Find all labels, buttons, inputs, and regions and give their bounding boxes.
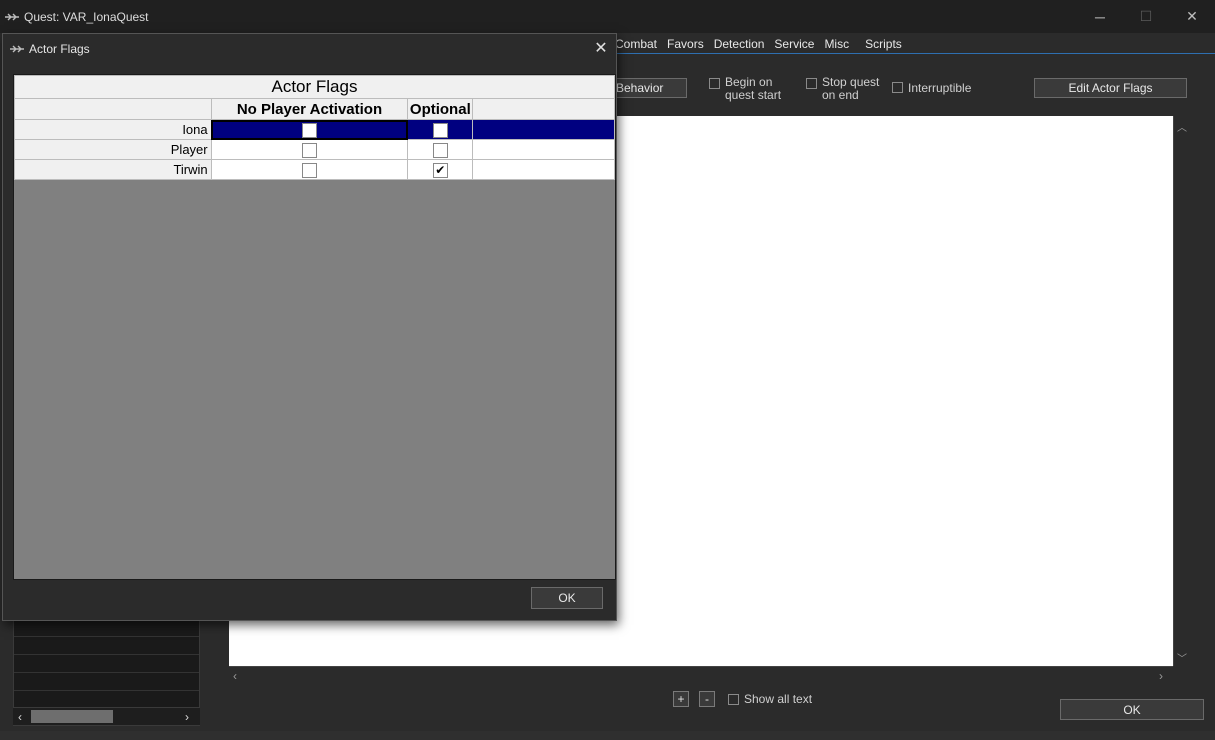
no-player-activation-checkbox[interactable] — [301, 162, 317, 178]
column-header-empty — [472, 98, 615, 120]
tab-detection[interactable]: Detection — [709, 35, 770, 53]
corner-header — [14, 98, 212, 120]
empty-cell — [472, 139, 615, 160]
optional-checkbox[interactable] — [432, 122, 448, 138]
scroll-up-icon[interactable]: ︿ — [1177, 119, 1187, 134]
no-player-activation-cell[interactable] — [210, 159, 409, 180]
checkbox-label: Begin on quest start — [725, 75, 782, 102]
tab-misc[interactable]: Misc — [819, 35, 854, 53]
list-item[interactable] — [14, 619, 199, 637]
horizontal-scrollbar[interactable]: ‹ › — [229, 666, 1173, 683]
ok-button[interactable]: OK — [1060, 699, 1204, 720]
tab-favors[interactable]: Favors — [662, 35, 709, 53]
checkbox-label: Stop quest on end — [822, 75, 880, 102]
column-header-no-player-activation[interactable]: No Player Activation — [210, 98, 409, 120]
no-player-activation-checkbox[interactable] — [301, 142, 317, 158]
remove-button[interactable]: - — [699, 691, 715, 707]
app-icon — [9, 43, 25, 55]
status-strip — [0, 731, 1215, 740]
actor-flags-grid[interactable]: Actor Flags No Player Activation Optiona… — [13, 74, 616, 580]
row-header[interactable]: Tirwin — [14, 159, 212, 180]
scroll-thumb[interactable] — [31, 710, 113, 723]
checkbox-box[interactable] — [709, 78, 720, 89]
row-header[interactable]: Player — [14, 139, 212, 160]
checkbox-label: Interruptible — [908, 81, 972, 95]
dialog-titlebar: Actor Flags — [3, 34, 616, 64]
scroll-down-icon[interactable]: ﹀ — [1177, 650, 1187, 665]
close-icon[interactable]: ✕ — [592, 39, 610, 57]
list-item[interactable] — [14, 673, 199, 691]
grid-title: Actor Flags — [14, 75, 615, 99]
interruptible-checkbox[interactable]: Interruptible — [892, 82, 971, 95]
tab-bar: Combat Favors Detection Service Misc Scr… — [610, 35, 907, 53]
flags-table: Actor Flags No Player Activation Optiona… — [14, 75, 615, 180]
optional-cell[interactable] — [407, 119, 474, 140]
window-title: Quest: VAR_IonaQuest — [24, 9, 149, 24]
close-icon[interactable]: ✕ — [1169, 0, 1215, 33]
tab-service[interactable]: Service — [769, 35, 819, 53]
vertical-scrollbar[interactable]: ︿ ﹀ — [1173, 116, 1189, 666]
show-all-text-checkbox[interactable]: Show all text — [728, 693, 812, 706]
table-row[interactable]: Tirwin ✔ — [14, 159, 615, 180]
add-button[interactable]: + — [673, 691, 689, 707]
tab-scripts[interactable]: Scripts — [860, 35, 907, 53]
no-player-activation-cell[interactable] — [210, 119, 409, 140]
empty-cell — [472, 119, 615, 140]
optional-checkbox[interactable]: ✔ — [432, 162, 448, 178]
tab-combat[interactable]: Combat — [610, 35, 662, 53]
actor-flags-dialog: Actor Flags ✕ Actor Flags No Player Acti… — [2, 33, 617, 621]
checkbox-box[interactable] — [892, 82, 903, 93]
list-item[interactable] — [14, 637, 199, 655]
table-row[interactable]: Iona — [14, 119, 615, 140]
minimize-icon[interactable]: ─ — [1077, 0, 1123, 33]
row-header[interactable]: Iona — [14, 119, 212, 140]
stop-quest-on-end-checkbox[interactable]: Stop quest on end — [806, 76, 886, 102]
scroll-right-icon[interactable]: › — [185, 710, 189, 724]
empty-cell — [472, 159, 615, 180]
scroll-left-icon[interactable]: ‹ — [18, 710, 22, 724]
scroll-right-icon[interactable]: › — [1159, 669, 1163, 683]
checkbox-box[interactable] — [728, 694, 739, 705]
table-row[interactable]: Player — [14, 139, 615, 160]
begin-on-quest-start-checkbox[interactable]: Begin on quest start — [709, 76, 794, 102]
maximize-icon[interactable]: ☐ — [1123, 0, 1169, 33]
optional-cell[interactable] — [407, 139, 474, 160]
optional-cell[interactable]: ✔ — [407, 159, 474, 180]
no-player-activation-cell[interactable] — [210, 139, 409, 160]
checkbox-label: Show all text — [744, 692, 813, 706]
column-header-optional[interactable]: Optional — [407, 98, 474, 120]
list-item[interactable] — [14, 655, 199, 673]
scroll-left-icon[interactable]: ‹ — [233, 669, 237, 683]
no-player-activation-checkbox[interactable] — [301, 122, 317, 138]
edit-actor-flags-button[interactable]: Edit Actor Flags — [1034, 78, 1187, 98]
checkbox-box[interactable] — [806, 78, 817, 89]
app-icon — [4, 11, 20, 23]
dialog-title: Actor Flags — [29, 42, 90, 56]
optional-checkbox[interactable] — [432, 142, 448, 158]
left-list-scrollbar[interactable]: ‹ › — [13, 707, 200, 725]
main-titlebar: Quest: VAR_IonaQuest ─ ☐ ✕ — [0, 0, 1215, 33]
tab-underline — [610, 53, 1215, 54]
dialog-ok-button[interactable]: OK — [531, 587, 603, 609]
